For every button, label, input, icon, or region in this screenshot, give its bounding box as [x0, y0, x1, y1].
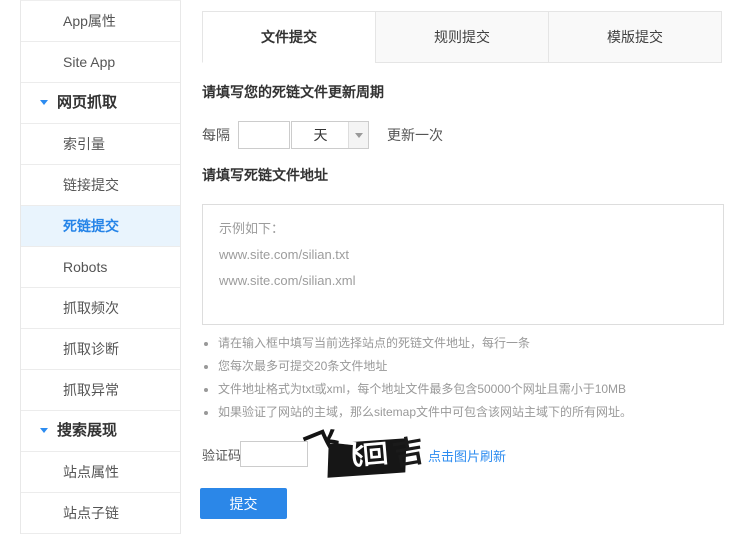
- sidebar-item-site-attr[interactable]: 站点属性: [21, 452, 180, 493]
- sidebar: App属性 Site App 网页抓取 索引量 链接提交 死链提交 Robots…: [20, 0, 181, 534]
- tab-bar: 文件提交 规则提交 模版提交: [202, 11, 722, 63]
- submission-notes-list: 请在输入框中填写当前选择站点的死链文件地址，每行一条 您每次最多可提交20条文件…: [202, 332, 632, 424]
- dead-link-address-textarea[interactable]: [202, 204, 724, 325]
- update-interval-row: 每隔 天 更新一次: [202, 121, 443, 149]
- interval-suffix-label: 更新一次: [387, 125, 443, 145]
- sidebar-item-crawl-diagnosis[interactable]: 抓取诊断: [21, 329, 180, 370]
- sidebar-item-robots[interactable]: Robots: [21, 247, 180, 288]
- note-item: 请在输入框中填写当前选择站点的死链文件地址，每行一条: [218, 332, 632, 355]
- captcha-char: 吉: [391, 435, 427, 471]
- chevron-down-icon: [348, 122, 368, 148]
- update-period-heading: 请填写您的死链文件更新周期: [202, 82, 384, 102]
- interval-unit-value: 天: [292, 122, 349, 148]
- interval-prefix-label: 每隔: [202, 125, 230, 145]
- note-item: 文件地址格式为txt或xml，每个地址文件最多包含50000个网址且需小于10M…: [218, 378, 632, 401]
- refresh-captcha-link[interactable]: 点击图片刷新: [428, 446, 506, 465]
- sidebar-group-search-display[interactable]: 搜索展现: [21, 411, 180, 452]
- collapse-arrow-icon: [40, 100, 48, 105]
- sidebar-item-crawl-exception[interactable]: 抓取异常: [21, 370, 180, 411]
- sidebar-item-site-app[interactable]: Site App: [21, 42, 180, 83]
- captcha-char: 回: [362, 442, 389, 469]
- collapse-arrow-icon: [40, 428, 48, 433]
- sidebar-group-label: 搜索展现: [57, 422, 117, 439]
- tab-rule-submit[interactable]: 规则提交: [375, 11, 549, 63]
- interval-input[interactable]: [238, 121, 290, 149]
- sidebar-item-link-submit[interactable]: 链接提交: [21, 165, 180, 206]
- sidebar-item-crawl-frequency[interactable]: 抓取频次: [21, 288, 180, 329]
- captcha-input[interactable]: [240, 441, 308, 467]
- captcha-char: 飞: [335, 440, 366, 471]
- captcha-row: 验证码 飞 飞 回 吉 点击图片刷新: [202, 432, 722, 480]
- sidebar-item-app-attr[interactable]: App属性: [21, 1, 180, 42]
- tab-file-submit[interactable]: 文件提交: [202, 11, 376, 63]
- interval-unit-select[interactable]: 天: [291, 121, 369, 149]
- captcha-label: 验证码: [202, 445, 241, 464]
- tab-template-submit[interactable]: 模版提交: [548, 11, 722, 63]
- sidebar-item-dead-link-submit[interactable]: 死链提交: [21, 206, 180, 247]
- sidebar-item-site-sublink[interactable]: 站点子链: [21, 493, 180, 534]
- captcha-image[interactable]: 飞 飞 回 吉: [311, 432, 427, 480]
- sidebar-item-index-volume[interactable]: 索引量: [21, 124, 180, 165]
- submit-button[interactable]: 提交: [200, 488, 287, 519]
- note-item: 您每次最多可提交20条文件地址: [218, 355, 632, 378]
- sidebar-group-webpage-crawl[interactable]: 网页抓取: [21, 83, 180, 124]
- note-item: 如果验证了网站的主域，那么sitemap文件中可包含该网站主域下的所有网址。: [218, 401, 632, 424]
- dead-link-address-heading: 请填写死链文件地址: [202, 165, 328, 185]
- sidebar-group-label: 网页抓取: [57, 94, 117, 111]
